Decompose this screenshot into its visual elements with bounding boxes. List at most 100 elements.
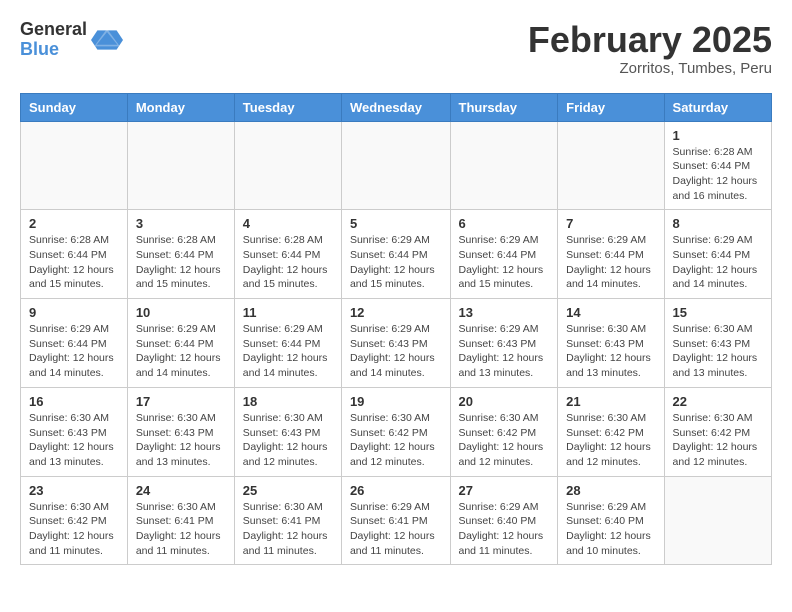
calendar-cell: 1Sunrise: 6:28 AM Sunset: 6:44 PM Daylig…	[664, 121, 771, 210]
day-number: 10	[136, 305, 226, 320]
calendar-cell: 22 Sunrise: 6:30 AM Sunset: 6:42 PM Dayli…	[664, 387, 771, 476]
day-number: 28	[566, 483, 655, 498]
calendar-cell: 8 Sunrise: 6:29 AM Sunset: 6:44 PM Daylig…	[664, 210, 771, 299]
calendar-cell: 19 Sunrise: 6:30 AM Sunset: 6:42 PM Dayli…	[341, 387, 450, 476]
calendar-cell: 27 Sunrise: 6:29 AM Sunset: 6:40 PM Dayli…	[450, 476, 558, 565]
day-number: 15	[673, 305, 763, 320]
day-info: Sunrise: 6:30 AM Sunset: 6:42 PM Dayligh…	[350, 411, 442, 470]
day-info: Sunrise: 6:28 AM Sunset: 6:44 PM Dayligh…	[673, 145, 763, 204]
calendar-cell: 13 Sunrise: 6:29 AM Sunset: 6:43 PM Dayli…	[450, 299, 558, 388]
calendar-cell: 20 Sunrise: 6:30 AM Sunset: 6:42 PM Dayli…	[450, 387, 558, 476]
calendar-cell	[21, 121, 128, 210]
calendar-cell: 18Sunrise: 6:30 AM Sunset: 6:43 PM Dayli…	[234, 387, 341, 476]
day-number: 7	[566, 216, 655, 231]
day-info: Sunrise: 6:30 AM Sunset: 6:43 PM Dayligh…	[29, 411, 119, 470]
logo-icon	[91, 24, 123, 56]
calendar-cell: 3Sunrise: 6:28 AM Sunset: 6:44 PM Daylig…	[127, 210, 234, 299]
day-info: Sunrise: 6:29 AM Sunset: 6:44 PM Dayligh…	[673, 233, 763, 292]
calendar-body: 1Sunrise: 6:28 AM Sunset: 6:44 PM Daylig…	[21, 121, 772, 565]
header-wednesday: Wednesday	[341, 93, 450, 121]
calendar-cell: 28 Sunrise: 6:29 AM Sunset: 6:40 PM Dayli…	[558, 476, 664, 565]
day-info: Sunrise: 6:29 AM Sunset: 6:40 PM Dayligh…	[459, 500, 550, 559]
calendar-cell: 4 Sunrise: 6:28 AM Sunset: 6:44 PM Daylig…	[234, 210, 341, 299]
day-info: Sunrise: 6:29 AM Sunset: 6:44 PM Dayligh…	[459, 233, 550, 292]
day-info: Sunrise: 6:30 AM Sunset: 6:43 PM Dayligh…	[136, 411, 226, 470]
calendar-cell: 10 Sunrise: 6:29 AM Sunset: 6:44 PM Dayli…	[127, 299, 234, 388]
day-info: Sunrise: 6:28 AM Sunset: 6:44 PM Dayligh…	[243, 233, 333, 292]
day-info: Sunrise: 6:29 AM Sunset: 6:44 PM Dayligh…	[29, 322, 119, 381]
day-number: 20	[459, 394, 550, 409]
page-header: General Blue February 2025 Zorritos, Tum…	[20, 20, 772, 77]
day-info: Sunrise: 6:30 AM Sunset: 6:42 PM Dayligh…	[459, 411, 550, 470]
header-saturday: Saturday	[664, 93, 771, 121]
day-info: Sunrise: 6:29 AM Sunset: 6:44 PM Dayligh…	[136, 322, 226, 381]
day-number: 22	[673, 394, 763, 409]
day-info: Sunrise: 6:30 AM Sunset: 6:42 PM Dayligh…	[673, 411, 763, 470]
week-row-3: 9Sunrise: 6:29 AM Sunset: 6:44 PM Daylig…	[21, 299, 772, 388]
logo-text: General Blue	[20, 20, 87, 60]
day-info: Sunrise: 6:29 AM Sunset: 6:43 PM Dayligh…	[350, 322, 442, 381]
day-number: 4	[243, 216, 333, 231]
day-info: Sunrise: 6:30 AM Sunset: 6:41 PM Dayligh…	[243, 500, 333, 559]
month-title: February 2025	[528, 20, 772, 60]
day-info: Sunrise: 6:30 AM Sunset: 6:43 PM Dayligh…	[243, 411, 333, 470]
day-info: Sunrise: 6:29 AM Sunset: 6:44 PM Dayligh…	[566, 233, 655, 292]
day-number: 2	[29, 216, 119, 231]
day-number: 17	[136, 394, 226, 409]
day-number: 19	[350, 394, 442, 409]
header-row: SundayMondayTuesdayWednesdayThursdayFrid…	[21, 93, 772, 121]
calendar: SundayMondayTuesdayWednesdayThursdayFrid…	[20, 93, 772, 566]
calendar-cell: 15 Sunrise: 6:30 AM Sunset: 6:43 PM Dayli…	[664, 299, 771, 388]
day-info: Sunrise: 6:29 AM Sunset: 6:43 PM Dayligh…	[459, 322, 550, 381]
calendar-cell: 14 Sunrise: 6:30 AM Sunset: 6:43 PM Dayli…	[558, 299, 664, 388]
calendar-cell: 7 Sunrise: 6:29 AM Sunset: 6:44 PM Daylig…	[558, 210, 664, 299]
location: Zorritos, Tumbes, Peru	[528, 60, 772, 77]
day-info: Sunrise: 6:29 AM Sunset: 6:44 PM Dayligh…	[243, 322, 333, 381]
calendar-cell	[558, 121, 664, 210]
calendar-cell: 12 Sunrise: 6:29 AM Sunset: 6:43 PM Dayli…	[341, 299, 450, 388]
calendar-cell: 26 Sunrise: 6:29 AM Sunset: 6:41 PM Dayli…	[341, 476, 450, 565]
header-thursday: Thursday	[450, 93, 558, 121]
day-info: Sunrise: 6:29 AM Sunset: 6:41 PM Dayligh…	[350, 500, 442, 559]
day-info: Sunrise: 6:30 AM Sunset: 6:43 PM Dayligh…	[566, 322, 655, 381]
day-info: Sunrise: 6:29 AM Sunset: 6:44 PM Dayligh…	[350, 233, 442, 292]
calendar-cell: 9Sunrise: 6:29 AM Sunset: 6:44 PM Daylig…	[21, 299, 128, 388]
day-number: 16	[29, 394, 119, 409]
logo-blue: Blue	[20, 40, 87, 60]
day-number: 12	[350, 305, 442, 320]
day-number: 8	[673, 216, 763, 231]
calendar-header: SundayMondayTuesdayWednesdayThursdayFrid…	[21, 93, 772, 121]
day-number: 6	[459, 216, 550, 231]
calendar-cell: 11Sunrise: 6:29 AM Sunset: 6:44 PM Dayli…	[234, 299, 341, 388]
calendar-cell	[127, 121, 234, 210]
calendar-cell: 17 Sunrise: 6:30 AM Sunset: 6:43 PM Dayli…	[127, 387, 234, 476]
logo: General Blue	[20, 20, 123, 60]
day-info: Sunrise: 6:30 AM Sunset: 6:42 PM Dayligh…	[566, 411, 655, 470]
calendar-cell: 16 Sunrise: 6:30 AM Sunset: 6:43 PM Dayli…	[21, 387, 128, 476]
header-friday: Friday	[558, 93, 664, 121]
day-number: 14	[566, 305, 655, 320]
week-row-4: 16 Sunrise: 6:30 AM Sunset: 6:43 PM Dayli…	[21, 387, 772, 476]
day-number: 13	[459, 305, 550, 320]
calendar-cell: 24Sunrise: 6:30 AM Sunset: 6:41 PM Dayli…	[127, 476, 234, 565]
calendar-cell: 5 Sunrise: 6:29 AM Sunset: 6:44 PM Daylig…	[341, 210, 450, 299]
day-number: 27	[459, 483, 550, 498]
day-info: Sunrise: 6:29 AM Sunset: 6:40 PM Dayligh…	[566, 500, 655, 559]
week-row-5: 23Sunrise: 6:30 AM Sunset: 6:42 PM Dayli…	[21, 476, 772, 565]
calendar-cell: 2 Sunrise: 6:28 AM Sunset: 6:44 PM Daylig…	[21, 210, 128, 299]
header-tuesday: Tuesday	[234, 93, 341, 121]
day-number: 5	[350, 216, 442, 231]
logo-general: General	[20, 20, 87, 40]
day-number: 21	[566, 394, 655, 409]
calendar-cell: 6 Sunrise: 6:29 AM Sunset: 6:44 PM Daylig…	[450, 210, 558, 299]
day-info: Sunrise: 6:28 AM Sunset: 6:44 PM Dayligh…	[29, 233, 119, 292]
header-sunday: Sunday	[21, 93, 128, 121]
calendar-cell: 21 Sunrise: 6:30 AM Sunset: 6:42 PM Dayli…	[558, 387, 664, 476]
day-number: 26	[350, 483, 442, 498]
calendar-cell	[234, 121, 341, 210]
day-number: 24	[136, 483, 226, 498]
day-info: Sunrise: 6:30 AM Sunset: 6:43 PM Dayligh…	[673, 322, 763, 381]
calendar-cell	[664, 476, 771, 565]
calendar-cell: 23Sunrise: 6:30 AM Sunset: 6:42 PM Dayli…	[21, 476, 128, 565]
title-block: February 2025 Zorritos, Tumbes, Peru	[528, 20, 772, 77]
